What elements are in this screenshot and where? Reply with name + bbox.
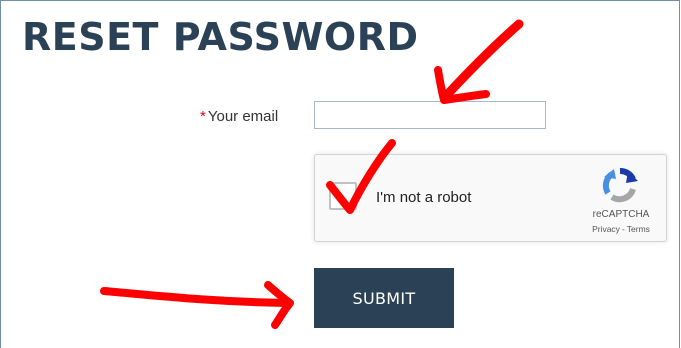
submit-button[interactable]: SUBMIT bbox=[314, 268, 454, 328]
email-input[interactable] bbox=[314, 101, 546, 129]
recaptcha-links: Privacy - Terms bbox=[581, 224, 661, 234]
required-asterisk: * bbox=[200, 108, 206, 125]
email-label-text: Your email bbox=[207, 108, 279, 125]
recaptcha-privacy-link[interactable]: Privacy bbox=[592, 224, 620, 234]
recaptcha-logo-icon bbox=[602, 168, 638, 203]
recaptcha-widget: I'm not a robot reCAPTCHA Privacy - Terms bbox=[314, 154, 667, 242]
recaptcha-brand: reCAPTCHA bbox=[592, 209, 650, 220]
recaptcha-terms-link[interactable]: Terms bbox=[627, 224, 650, 234]
email-label: * Your email bbox=[200, 108, 278, 125]
recaptcha-checkbox[interactable] bbox=[329, 182, 357, 210]
page-title: RESET PASSWORD bbox=[22, 15, 419, 59]
recaptcha-label: I'm not a robot bbox=[376, 189, 472, 206]
recaptcha-link-separator: - bbox=[621, 224, 625, 234]
